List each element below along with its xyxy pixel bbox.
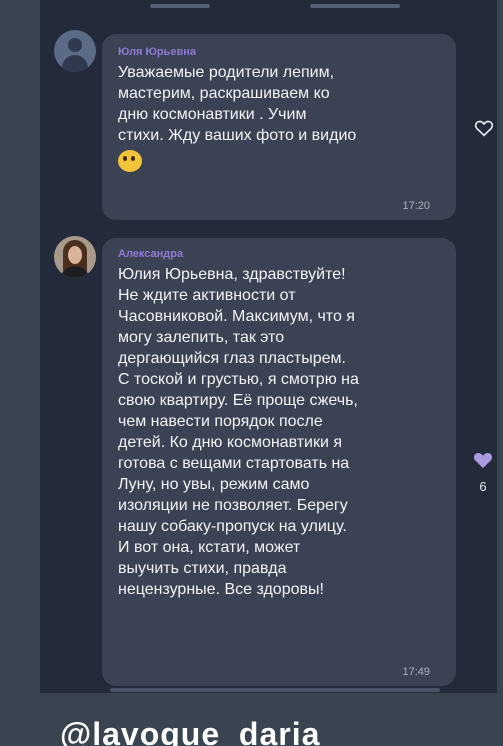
sender-name[interactable]: Александра xyxy=(118,248,442,260)
heart-filled-icon[interactable] xyxy=(471,448,495,472)
scroll-indicator[interactable] xyxy=(110,688,440,692)
top-strip-bar xyxy=(310,4,400,8)
message-text: Уважаемые родители лепим, мастерим, раск… xyxy=(118,64,357,144)
watermark-handle: @lavogue_daria xyxy=(60,716,321,746)
avatar-face xyxy=(68,246,82,264)
top-strip-bar xyxy=(150,4,210,8)
message-text: Юлия Юрьевна, здравствуйте! Не ждите акт… xyxy=(118,266,359,598)
reaction-button-1[interactable] xyxy=(471,117,497,144)
heart-outline-icon[interactable] xyxy=(473,117,495,139)
message-bubble-1[interactable]: Юля Юрьевна Уважаемые родители лепим, ма… xyxy=(102,34,456,220)
sender-name[interactable]: Юля Юрьевна xyxy=(118,46,442,58)
avatar-sender-1[interactable] xyxy=(54,30,96,72)
message-bubble-2[interactable]: Александра Юлия Юрьевна, здравствуйте! Н… xyxy=(102,238,456,686)
top-strip xyxy=(150,0,480,16)
face-with-kiss-icon xyxy=(118,150,142,172)
message-time: 17:49 xyxy=(402,666,430,678)
message-time: 17:20 xyxy=(402,200,430,212)
reaction-count: 6 xyxy=(479,479,487,494)
reaction-button-2[interactable]: 6 xyxy=(470,448,496,494)
avatar-sender-2[interactable] xyxy=(54,236,96,278)
